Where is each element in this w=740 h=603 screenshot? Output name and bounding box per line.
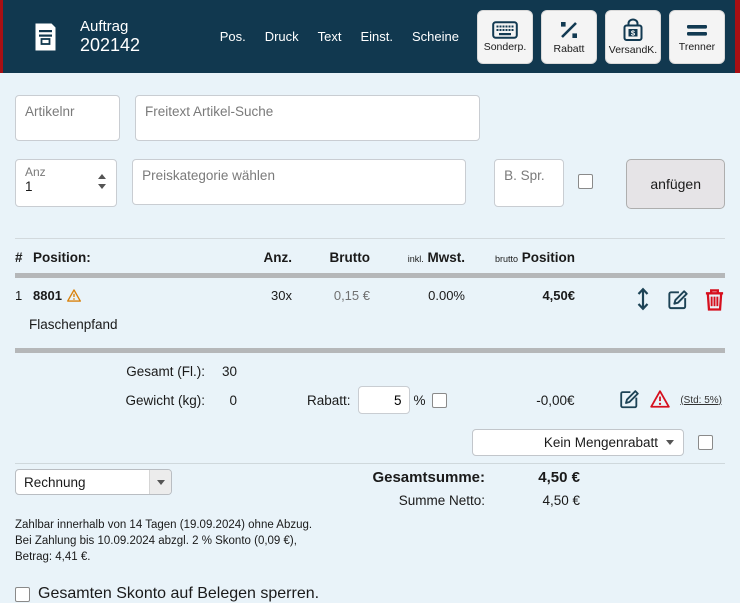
col-position: Position: <box>33 250 242 265</box>
row-article: 8801 <box>33 287 242 303</box>
terms-line-3: Betrag: 4,41 €. <box>15 549 725 565</box>
col-mwst: inkl. Mwst. <box>370 250 465 265</box>
mengenrabatt-select[interactable]: Kein Mengenrabatt <box>472 429 684 456</box>
order-number: 202142 <box>80 35 140 56</box>
artikelnr-input[interactable] <box>15 95 120 141</box>
menu-item-druck[interactable]: Druck <box>265 29 299 44</box>
versandkosten-label: VersandK. <box>609 44 657 56</box>
bspr-input[interactable] <box>494 159 564 207</box>
page-title: Auftrag 202142 <box>80 18 140 56</box>
gesamt-label: Gesamt (Fl.): <box>15 364 205 379</box>
terms-line-1: Zahlbar innerhalb von 14 Tagen (19.09.20… <box>15 517 725 533</box>
skonto-lock-row: Gesamten Skonto auf Belegen sperren. <box>15 585 725 603</box>
header-bar: Auftrag 202142 Pos. Druck Text Einst. Sc… <box>0 0 740 73</box>
preiskategorie-input[interactable] <box>132 159 466 205</box>
order-window: Auftrag 202142 Pos. Druck Text Einst. Sc… <box>0 0 740 599</box>
anfuegen-button[interactable]: anfügen <box>626 159 725 209</box>
rabatt-unit: % <box>414 393 426 408</box>
divider-summary <box>15 463 725 464</box>
rabatt-std-link[interactable]: (Std: 5%) <box>680 395 722 406</box>
edit-icon[interactable] <box>666 288 689 311</box>
header-buttons: Sonderp. Rabatt <box>477 10 725 64</box>
document-icon <box>33 22 58 52</box>
gewicht-value: 0 <box>205 393 237 408</box>
trenner-button[interactable]: Trenner <box>669 10 725 64</box>
spinner-arrows <box>98 174 106 189</box>
shipping-bag-icon: $ <box>622 18 644 42</box>
netto-value: 4,50 € <box>485 493 580 508</box>
article-search-row <box>15 95 725 141</box>
row-position-total: 4,50€ <box>465 288 575 303</box>
summary-section: Rechnung Gesamtsumme: 4,50 € Summe Netto… <box>15 469 725 508</box>
separator-icon <box>685 21 709 39</box>
quantity-stepper[interactable]: Anz <box>15 159 117 207</box>
rabatt-edit-icon[interactable] <box>618 388 640 413</box>
chevron-down-icon <box>157 480 165 485</box>
title-block: Auftrag 202142 <box>33 18 140 56</box>
spinner-up-icon[interactable] <box>98 174 106 179</box>
percent-icon <box>558 19 580 41</box>
totals-section: Gesamt (Fl.): 30 Gewicht (kg): 0 Rabatt:… <box>15 364 725 456</box>
positions-header: # Position: Anz. Brutto inkl. Mwst. brut… <box>15 239 725 273</box>
freitext-search-input[interactable] <box>135 95 480 141</box>
menu-item-pos[interactable]: Pos. <box>220 29 246 44</box>
article-warning-icon[interactable] <box>67 289 81 305</box>
mengenrabatt-row: Kein Mengenrabatt <box>15 429 725 456</box>
menu-item-einst[interactable]: Einst. <box>361 29 394 44</box>
terms-line-2: Bei Zahlung bis 10.09.2024 abzgl. 2 % Sk… <box>15 533 725 549</box>
row-index: 1 <box>15 288 33 303</box>
anz-value-input[interactable] <box>25 179 85 194</box>
anz-label: Anz <box>25 165 107 179</box>
article-number: 8801 <box>33 288 62 303</box>
move-updown-icon[interactable] <box>635 287 651 311</box>
sonderpreis-button[interactable]: Sonderp. <box>477 10 533 64</box>
gewicht-label: Gewicht (kg): <box>15 393 205 408</box>
rabatt-button[interactable]: Rabatt <box>541 10 597 64</box>
netto-label: Summe Netto: <box>185 493 485 508</box>
header-menu: Pos. Druck Text Einst. Scheine <box>220 29 459 44</box>
gesamtsumme-label: Gesamtsumme: <box>185 469 485 486</box>
mengenrabatt-selected: Kein Mengenrabatt <box>544 435 658 450</box>
bspr-checkbox[interactable] <box>578 174 593 189</box>
row-mwst: 0.00% <box>370 288 465 303</box>
title-label: Auftrag <box>80 18 140 35</box>
payment-terms: Zahlbar innerhalb von 14 Tagen (19.09.20… <box>15 517 725 565</box>
menu-item-scheine[interactable]: Scheine <box>412 29 459 44</box>
sonderpreis-label: Sonderp. <box>484 41 527 53</box>
gesamt-value: 30 <box>205 364 237 379</box>
rabatt-checkbox[interactable] <box>432 393 447 408</box>
delete-icon[interactable] <box>704 288 725 311</box>
mengenrabatt-checkbox[interactable] <box>698 435 713 450</box>
row-actions <box>575 287 725 311</box>
rabatt-input[interactable] <box>358 386 410 414</box>
col-brutto: Brutto <box>292 250 370 265</box>
document-type-select[interactable]: Rechnung <box>15 469 172 495</box>
keyboard-icon <box>492 21 518 39</box>
divider-row <box>15 348 725 353</box>
gesamtsumme-value: 4,50 € <box>485 469 580 486</box>
rabatt-field-label: Rabatt: <box>307 393 351 408</box>
versandkosten-button[interactable]: $ VersandK. <box>605 10 661 64</box>
rabatt-amount: -0,00€ <box>447 393 575 408</box>
menu-item-text[interactable]: Text <box>318 29 342 44</box>
rabatt-warning-icon[interactable] <box>650 390 670 411</box>
spinner-down-icon[interactable] <box>98 184 106 189</box>
rabatt-label: Rabatt <box>554 43 585 55</box>
quantity-row: Anz anfügen <box>15 159 725 209</box>
col-hash: # <box>15 250 33 265</box>
col-anz: Anz. <box>242 250 292 265</box>
col-pos-total: brutto Position <box>465 250 575 265</box>
row-brutto: 0,15 € <box>292 288 370 303</box>
select-dropdown-button[interactable] <box>149 470 171 494</box>
skonto-lock-label: Gesamten Skonto auf Belegen sperren. <box>38 585 319 603</box>
chevron-down-icon <box>666 440 674 445</box>
article-name: Flaschenpfand <box>15 311 725 348</box>
row-anz: 30x <box>242 288 292 303</box>
document-type-selected: Rechnung <box>16 475 149 490</box>
trenner-label: Trenner <box>679 41 715 53</box>
position-row: 1 8801 30x 0,15 € 0.00% 4,50€ <box>15 278 725 348</box>
skonto-lock-checkbox[interactable] <box>15 587 30 602</box>
